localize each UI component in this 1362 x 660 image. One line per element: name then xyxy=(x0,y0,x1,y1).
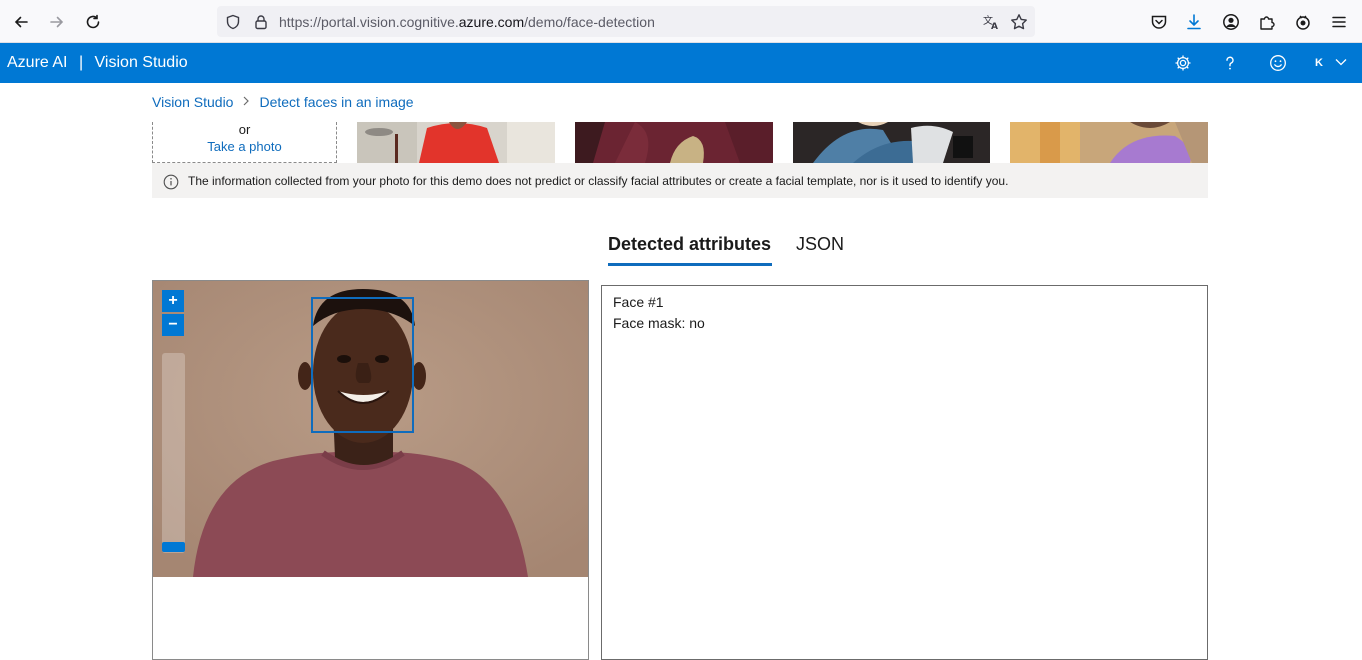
translate-icon[interactable]: 文A xyxy=(981,12,1001,32)
url-bar[interactable]: https://portal.vision.cognitive.azure.co… xyxy=(217,6,1035,37)
breadcrumb-detect-faces[interactable]: Detect faces in an image xyxy=(259,94,413,110)
sample-image-3[interactable] xyxy=(793,122,990,163)
info-icon xyxy=(163,174,179,190)
svg-text:A: A xyxy=(991,22,998,31)
account-icon[interactable] xyxy=(1220,11,1242,33)
notice-text: The information collected from your phot… xyxy=(188,173,1009,188)
addon-icon[interactable] xyxy=(1292,11,1314,33)
url-prefix: https://portal.vision.cognitive. xyxy=(279,14,459,30)
app-header: Azure AI | Vision Studio K xyxy=(0,43,1362,83)
forward-arrow-icon[interactable] xyxy=(44,9,70,35)
download-icon[interactable] xyxy=(1183,11,1205,33)
app-title[interactable]: Azure AI | Vision Studio xyxy=(7,54,188,72)
chevron-down-icon xyxy=(1335,57,1347,69)
breadcrumb-vision-studio[interactable]: Vision Studio xyxy=(152,94,233,110)
title-separator: | xyxy=(78,54,84,71)
breadcrumb: Vision Studio Detect faces in an image xyxy=(152,94,414,110)
help-icon[interactable] xyxy=(1219,52,1241,74)
url-domain: azure.com xyxy=(458,14,525,30)
upload-or-text: or xyxy=(238,122,251,137)
url-path: /demo/face-detection xyxy=(524,14,655,30)
zoom-slider-track[interactable] xyxy=(162,353,185,553)
zoom-in-button[interactable]: + xyxy=(162,290,184,312)
lock-icon[interactable] xyxy=(251,12,271,32)
bookmark-star-icon[interactable] xyxy=(1009,12,1029,32)
url-text[interactable]: https://portal.vision.cognitive.azure.co… xyxy=(279,14,655,30)
sample-image-1[interactable] xyxy=(357,122,555,163)
account-menu[interactable]: K xyxy=(1309,52,1357,74)
reload-icon[interactable] xyxy=(80,9,106,35)
back-arrow-icon[interactable] xyxy=(8,9,34,35)
sample-image-2[interactable] xyxy=(575,122,773,163)
face-number-label: Face #1 xyxy=(613,294,664,310)
privacy-notice: The information collected from your phot… xyxy=(152,163,1208,198)
image-viewer[interactable]: + − xyxy=(152,280,589,660)
take-photo-link[interactable]: Take a photo xyxy=(153,138,336,156)
product-name: Vision Studio xyxy=(94,54,188,71)
tab-detected-attributes[interactable]: Detected attributes xyxy=(608,234,771,255)
active-tab-indicator xyxy=(608,263,772,266)
chevron-right-icon xyxy=(242,95,250,109)
pocket-icon[interactable] xyxy=(1148,11,1170,33)
upload-drop-zone[interactable]: or Take a photo xyxy=(152,122,337,163)
gear-icon[interactable] xyxy=(1172,52,1194,74)
zoom-slider-thumb[interactable] xyxy=(162,542,185,552)
face-bounding-box[interactable] xyxy=(311,297,414,433)
face-mask-attribute: Face mask: no xyxy=(613,315,705,331)
browser-toolbar: https://portal.vision.cognitive.azure.co… xyxy=(0,0,1362,43)
tab-json[interactable]: JSON xyxy=(796,234,844,255)
shield-icon[interactable] xyxy=(223,12,243,32)
menu-icon[interactable] xyxy=(1328,11,1350,33)
feedback-smiley-icon[interactable] xyxy=(1267,52,1289,74)
detected-attributes-panel: Face #1 Face mask: no xyxy=(601,285,1208,660)
user-initial: K xyxy=(1315,57,1323,69)
sample-image-4[interactable] xyxy=(1010,122,1208,163)
extensions-icon[interactable] xyxy=(1256,11,1278,33)
zoom-out-button[interactable]: − xyxy=(162,314,184,336)
brand-name: Azure AI xyxy=(7,54,68,71)
